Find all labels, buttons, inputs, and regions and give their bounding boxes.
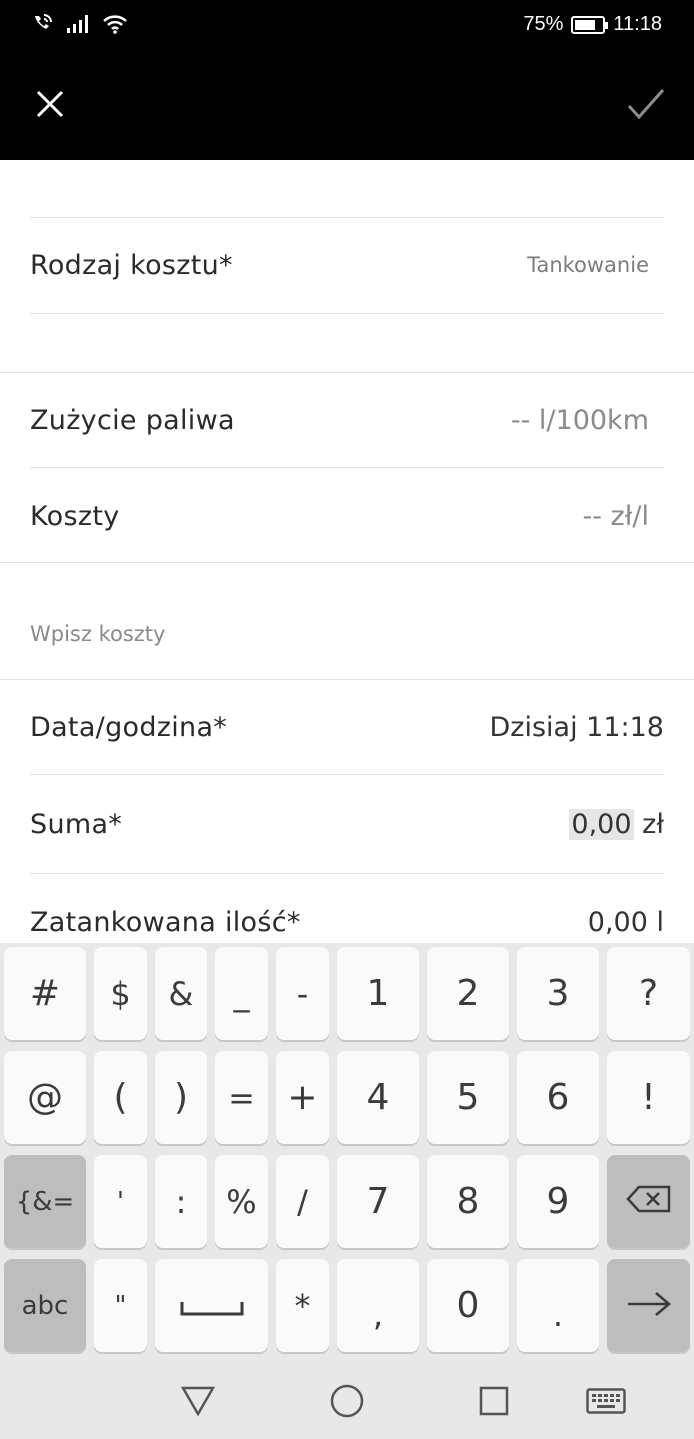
- key-at[interactable]: @: [4, 1051, 86, 1144]
- signal-icon: [66, 14, 90, 38]
- datetime-value: Dzisiaj 11:18: [489, 711, 664, 743]
- key-exclamation[interactable]: !: [607, 1051, 690, 1144]
- fuel-consumption-row: Zużycie paliwa -- l/100km: [30, 388, 664, 452]
- check-icon: [626, 87, 666, 125]
- recents-square-icon[interactable]: [474, 1381, 514, 1421]
- datetime-label: Data/godzina*: [30, 711, 228, 743]
- sum-unit: zł: [642, 808, 664, 840]
- wifi-calling-icon: [30, 12, 54, 40]
- divider: [30, 313, 664, 314]
- key-2[interactable]: 2: [427, 947, 509, 1040]
- battery-icon: [571, 15, 609, 34]
- key-3[interactable]: 3: [517, 947, 599, 1040]
- section-divider: [0, 679, 694, 680]
- section-divider: [0, 562, 694, 563]
- cost-type-row[interactable]: Rodzaj kosztu* Tankowanie: [30, 233, 664, 297]
- fuel-consumption-value: -- l/100km: [510, 404, 649, 436]
- cost-form: Rodzaj kosztu* Tankowanie Zużycie paliwa…: [0, 160, 694, 943]
- amount-input[interactable]: 0,00: [588, 907, 648, 938]
- system-nav-bar: [0, 1363, 694, 1439]
- key-slash[interactable]: /: [276, 1155, 329, 1248]
- key-dollar[interactable]: $: [94, 947, 147, 1040]
- back-triangle-icon[interactable]: [178, 1381, 218, 1421]
- key-quote[interactable]: ": [94, 1259, 147, 1352]
- key-1[interactable]: 1: [337, 947, 419, 1040]
- datetime-row[interactable]: Data/godzina* Dzisiaj 11:18: [30, 695, 664, 759]
- arrow-right-icon: [626, 1285, 672, 1326]
- key-0[interactable]: 0: [427, 1259, 509, 1352]
- section-divider: [0, 372, 694, 373]
- confirm-button[interactable]: [622, 82, 670, 130]
- fuel-consumption-label: Zużycie paliwa: [30, 404, 235, 436]
- amount-unit: l: [656, 906, 664, 938]
- keyboard-icon[interactable]: [586, 1381, 626, 1421]
- cost-type-value: Tankowanie: [527, 253, 649, 277]
- clock: 11:18: [613, 13, 662, 35]
- key-paren-close[interactable]: ): [155, 1051, 207, 1144]
- amount-label: Zatankowana ilość*: [30, 906, 301, 938]
- key-4[interactable]: 4: [337, 1051, 419, 1144]
- key-6[interactable]: 6: [517, 1051, 599, 1144]
- key-question[interactable]: ?: [607, 947, 690, 1040]
- key-asterisk[interactable]: *: [276, 1259, 329, 1352]
- key-colon[interactable]: :: [155, 1155, 207, 1248]
- sum-row[interactable]: Suma* 0,00 zł: [30, 792, 664, 856]
- key-5[interactable]: 5: [427, 1051, 509, 1144]
- home-circle-icon[interactable]: [327, 1381, 367, 1421]
- key-7[interactable]: 7: [337, 1155, 419, 1248]
- amount-row[interactable]: Zatankowana ilość* 0,00 l: [30, 890, 664, 943]
- amount-field[interactable]: 0,00 l: [588, 907, 664, 938]
- sum-field[interactable]: 0,00 zł: [569, 808, 664, 840]
- costs-row: Koszty -- zł/l: [30, 484, 664, 548]
- battery-percent: 75%: [523, 13, 564, 35]
- backspace-icon: [625, 1181, 672, 1222]
- key-enter[interactable]: [607, 1259, 690, 1352]
- key-percent[interactable]: %: [215, 1155, 268, 1248]
- key-ampersand[interactable]: &: [155, 947, 207, 1040]
- wifi-icon: [102, 13, 128, 39]
- battery-fill: [575, 19, 596, 30]
- divider: [30, 217, 664, 218]
- key-paren-open[interactable]: (: [94, 1051, 147, 1144]
- key-abc[interactable]: abc: [4, 1259, 86, 1352]
- close-button[interactable]: [26, 82, 74, 130]
- status-icons-left: [30, 12, 128, 40]
- space-icon: [180, 1285, 244, 1326]
- status-bar: 75% 11:18: [0, 0, 694, 52]
- key-8[interactable]: 8: [427, 1155, 509, 1248]
- divider: [30, 774, 664, 775]
- key-minus[interactable]: -: [276, 947, 329, 1040]
- key-backspace[interactable]: [607, 1155, 690, 1248]
- costs-value: -- zł/l: [582, 500, 649, 532]
- divider: [30, 467, 664, 468]
- key-plus[interactable]: +: [276, 1051, 329, 1144]
- key-apostrophe[interactable]: ': [94, 1155, 147, 1248]
- key-underscore[interactable]: _: [215, 947, 268, 1040]
- costs-label: Koszty: [30, 500, 120, 532]
- divider: [30, 873, 664, 874]
- close-icon: [35, 89, 65, 123]
- sum-label: Suma*: [30, 808, 123, 840]
- key-comma[interactable]: ,: [337, 1259, 419, 1352]
- key-hash[interactable]: #: [4, 947, 86, 1040]
- key-space[interactable]: [155, 1259, 268, 1352]
- cost-type-label: Rodzaj kosztu*: [30, 249, 233, 281]
- key-equals[interactable]: =: [215, 1051, 268, 1144]
- key-symbols-toggle[interactable]: {&=: [4, 1155, 86, 1248]
- numeric-keyboard: # $ & _ - 1 2 3 ? @ ( ) = + 4 5 6 ! {&= …: [0, 943, 694, 1363]
- key-period[interactable]: .: [517, 1259, 599, 1352]
- status-icons-right: 75% 11:18: [523, 13, 662, 36]
- key-9[interactable]: 9: [517, 1155, 599, 1248]
- enter-costs-hint: Wpisz koszty: [30, 622, 166, 646]
- top-bar: 75% 11:18: [0, 0, 694, 160]
- sum-input[interactable]: 0,00: [569, 808, 634, 840]
